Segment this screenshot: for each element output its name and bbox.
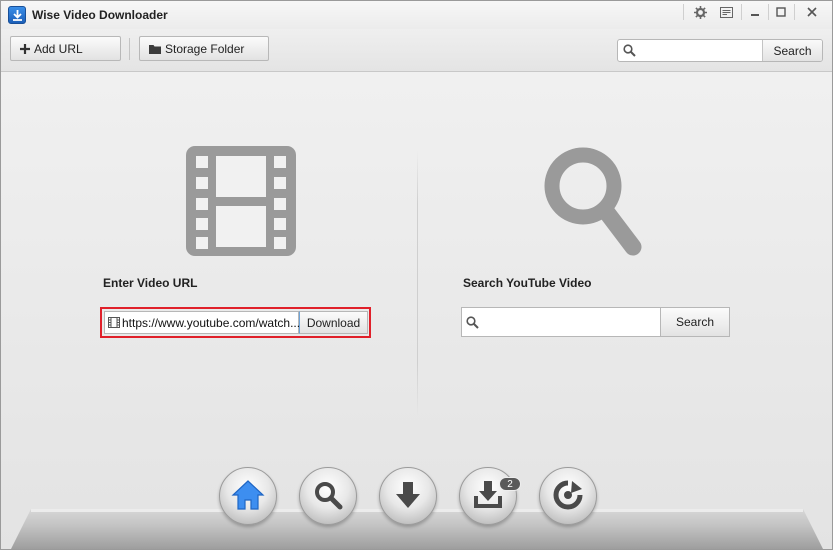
top-search-input[interactable]: [640, 42, 758, 59]
plus-icon: [20, 43, 30, 54]
search-button[interactable]: [299, 467, 357, 525]
convert-icon: [552, 479, 584, 514]
search-icon: [466, 316, 479, 332]
home-icon: [231, 479, 265, 514]
app-window: Wise Video Downloader Add URL Storage Fo…: [0, 0, 833, 550]
settings-icon[interactable]: [687, 1, 713, 23]
magnifier-icon: [541, 144, 646, 262]
folder-icon: [149, 44, 161, 54]
panel-divider: [417, 151, 418, 416]
storage-folder-button[interactable]: Storage Folder: [139, 36, 269, 61]
toolbar-separator: [129, 38, 130, 60]
home-button[interactable]: [219, 467, 277, 525]
url-entry-highlight: https://www.youtube.com/watch... Downloa…: [100, 307, 371, 338]
toolbar: Add URL Storage Folder Search: [1, 29, 832, 72]
storage-folder-label: Storage Folder: [165, 41, 245, 56]
add-url-button[interactable]: Add URL: [10, 36, 121, 61]
feedback-icon[interactable]: [713, 1, 739, 23]
convert-button[interactable]: [539, 467, 597, 525]
downloaded-button[interactable]: [459, 467, 517, 525]
download-button[interactable]: Download: [299, 311, 368, 334]
search-icon: [313, 480, 343, 513]
search-icon: [623, 44, 636, 60]
enter-video-url-label: Enter Video URL: [103, 276, 198, 290]
search-youtube-label: Search YouTube Video: [463, 276, 592, 290]
film-small-icon: [108, 317, 120, 331]
top-search-box: Search: [617, 39, 823, 62]
minimize-icon[interactable]: [742, 1, 768, 23]
close-icon[interactable]: [795, 1, 829, 23]
video-url-value: https://www.youtube.com/watch...: [122, 316, 300, 330]
film-icon: [186, 146, 296, 259]
download-icon: [394, 480, 422, 513]
youtube-search-button[interactable]: Search: [660, 307, 730, 337]
maximize-icon[interactable]: [768, 1, 794, 23]
download-tab-button[interactable]: [379, 467, 437, 525]
app-title: Wise Video Downloader: [32, 8, 168, 22]
video-url-input[interactable]: https://www.youtube.com/watch...: [104, 311, 300, 334]
add-url-label: Add URL: [34, 41, 83, 56]
title-separator: [683, 4, 684, 20]
downloaded-count-badge: 2: [499, 477, 521, 491]
app-logo-icon: [8, 6, 26, 24]
youtube-search-input[interactable]: [461, 307, 661, 337]
title-bar: Wise Video Downloader: [1, 1, 832, 29]
top-search-button[interactable]: Search: [762, 40, 822, 61]
